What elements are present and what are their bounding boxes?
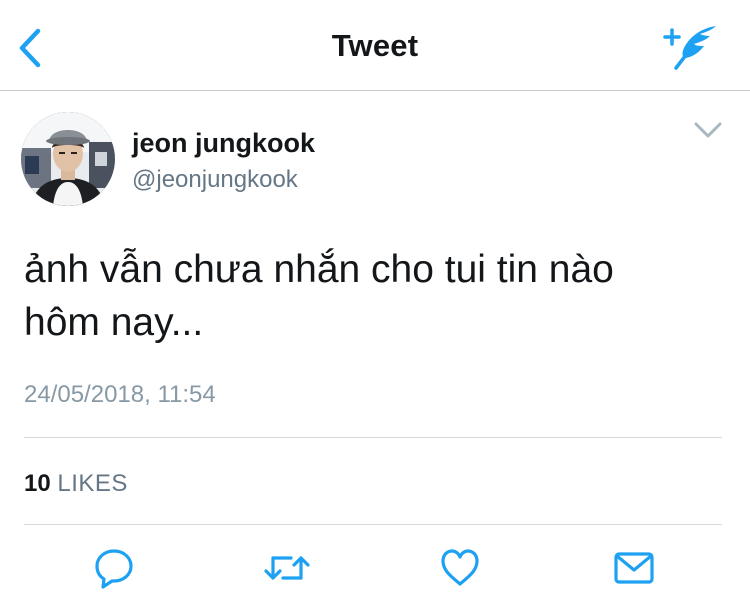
likes-summary[interactable]: 10 LIKES (24, 470, 128, 498)
share-via-dm-button[interactable] (612, 546, 656, 590)
mail-icon (614, 552, 654, 584)
reply-button[interactable] (92, 546, 136, 590)
divider (24, 524, 722, 525)
like-button[interactable] (438, 546, 482, 590)
likes-label: LIKES (57, 470, 128, 497)
chevron-down-icon (694, 122, 722, 138)
likes-count: 10 (24, 470, 51, 497)
tweet-text-line: hôm nay... (24, 301, 204, 344)
tweet-text: ảnh vẫn chưa nhắn cho tui tin nào hôm na… (24, 243, 724, 349)
compose-tweet-icon (663, 26, 716, 70)
tweet-timestamp: 24/05/2018, 11:54 (24, 381, 216, 408)
heart-icon (441, 549, 479, 586)
tweet-text-line: ảnh vẫn chưa nhắn cho tui tin nào (24, 248, 614, 291)
retweet-button[interactable] (263, 546, 310, 590)
top-navigation-bar: Tweet (0, 0, 750, 91)
profile-photo (21, 112, 115, 206)
divider (24, 437, 722, 438)
retweet-icon (264, 556, 310, 580)
author-display-name[interactable]: jeon jungkook (132, 128, 315, 159)
compose-tweet-button[interactable] (660, 22, 720, 70)
page-title: Tweet (331, 28, 419, 63)
author-handle[interactable]: @jeonjungkook (132, 166, 298, 194)
reply-icon (95, 549, 133, 589)
avatar[interactable] (21, 112, 115, 206)
tweet-options-button[interactable] (690, 118, 726, 142)
